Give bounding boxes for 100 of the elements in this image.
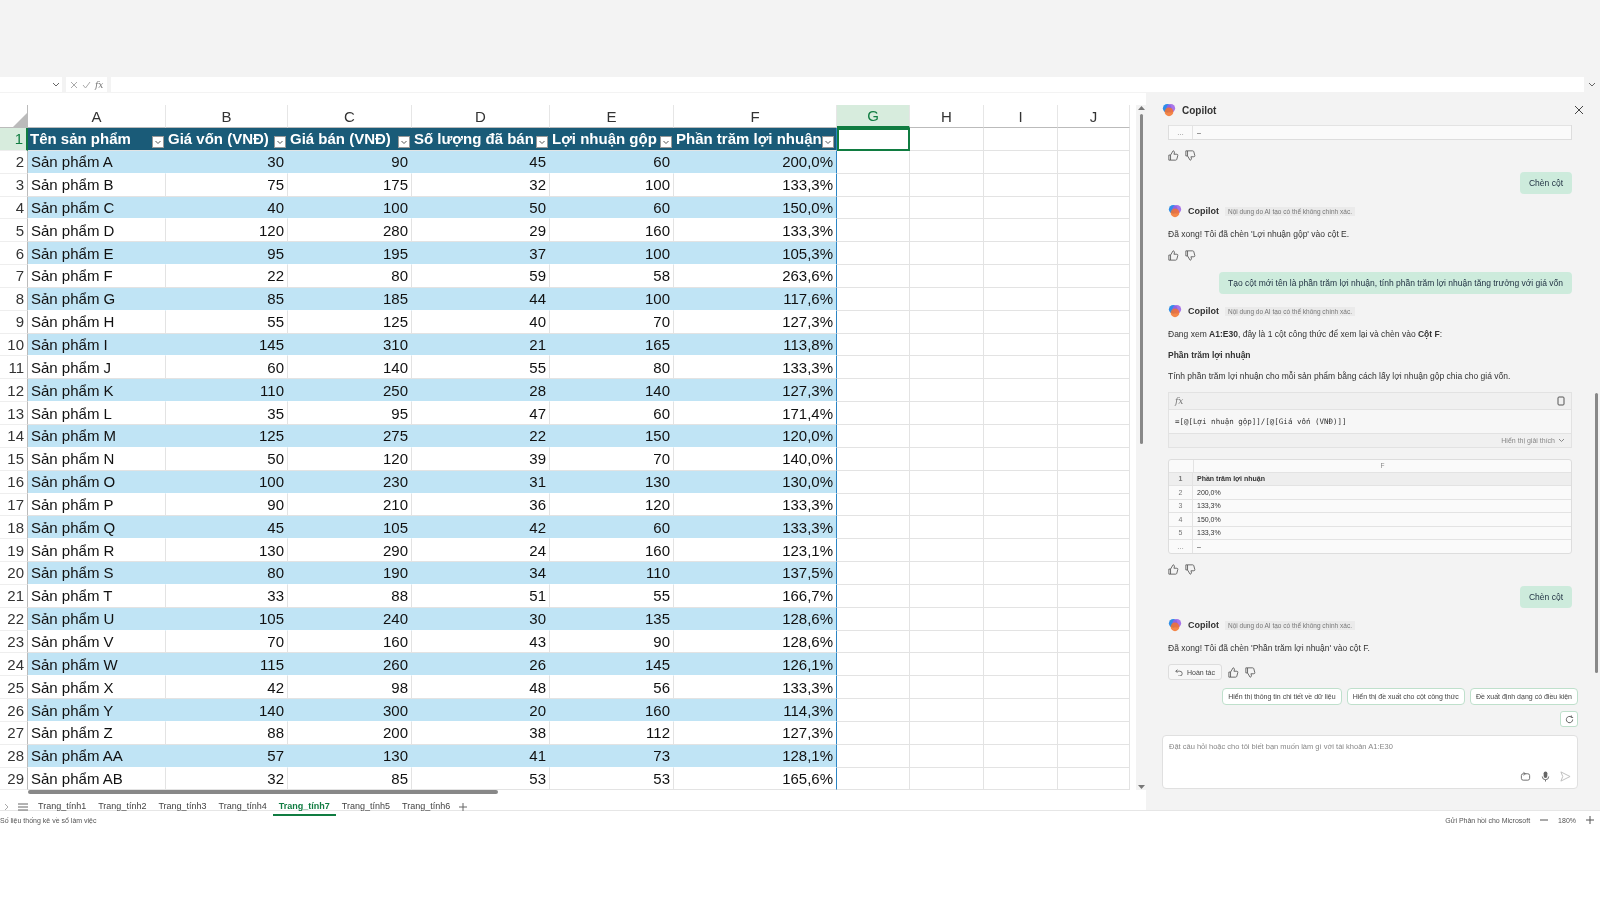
- sheet-tab[interactable]: Trang_tính3: [152, 798, 213, 817]
- empty-cell[interactable]: [910, 150, 984, 174]
- empty-cell[interactable]: [984, 402, 1058, 425]
- panel-scrollbar[interactable]: [1595, 393, 1598, 673]
- filter-dropdown-icon[interactable]: [274, 135, 286, 148]
- filter-dropdown-icon[interactable]: [398, 135, 410, 148]
- empty-cell[interactable]: [1058, 196, 1130, 220]
- empty-cell[interactable]: [984, 424, 1058, 448]
- sheet-tab[interactable]: Trang_tính5: [335, 798, 397, 817]
- empty-cell[interactable]: [984, 493, 1058, 517]
- empty-cell[interactable]: [910, 356, 984, 380]
- empty-cell[interactable]: [910, 242, 984, 266]
- empty-cell[interactable]: [1058, 676, 1130, 700]
- sheet-tab[interactable]: Trang_tính2: [92, 798, 153, 817]
- empty-cell[interactable]: [1058, 402, 1130, 425]
- empty-cell[interactable]: [910, 767, 984, 791]
- empty-cell[interactable]: [910, 539, 984, 563]
- thumbs-down-icon[interactable]: [1185, 250, 1196, 262]
- check-icon[interactable]: [82, 80, 91, 89]
- empty-cell[interactable]: [910, 196, 984, 220]
- thumbs-down-icon[interactable]: [1245, 666, 1257, 678]
- empty-cell[interactable]: [1058, 287, 1130, 311]
- column-header[interactable]: I: [984, 105, 1058, 128]
- empty-cell[interactable]: [1058, 607, 1130, 631]
- empty-cell[interactable]: [984, 721, 1058, 745]
- column-header[interactable]: H: [910, 105, 984, 128]
- sheet-tab[interactable]: Trang_tính6: [396, 798, 457, 817]
- zoom-in-button[interactable]: [1586, 816, 1594, 824]
- refresh-button[interactable]: [1560, 711, 1578, 728]
- empty-cell[interactable]: [910, 584, 984, 608]
- empty-cell[interactable]: [1058, 379, 1130, 403]
- scroll-down-icon[interactable]: [1137, 785, 1145, 791]
- empty-cell[interactable]: [1058, 310, 1130, 334]
- empty-cell[interactable]: [1058, 562, 1130, 585]
- empty-cell[interactable]: [984, 516, 1058, 540]
- empty-cell[interactable]: [984, 584, 1058, 608]
- empty-cell[interactable]: [1058, 333, 1130, 357]
- empty-cell[interactable]: [910, 493, 984, 517]
- name-box[interactable]: [0, 77, 62, 92]
- thumbs-up-icon[interactable]: [1168, 564, 1179, 576]
- cancel-icon[interactable]: [70, 80, 78, 89]
- sheet-tab[interactable]: Trang_tính4: [212, 798, 273, 817]
- empty-cell[interactable]: [984, 653, 1058, 677]
- empty-cell[interactable]: [910, 402, 984, 425]
- thumbs-down-icon[interactable]: [1185, 150, 1196, 161]
- empty-cell[interactable]: [984, 470, 1058, 494]
- column-header[interactable]: D: [412, 105, 550, 128]
- microphone-icon[interactable]: [1541, 771, 1550, 783]
- empty-cell[interactable]: [910, 424, 984, 448]
- filter-dropdown-icon[interactable]: [536, 135, 548, 148]
- thumbs-up-icon[interactable]: [1168, 250, 1179, 262]
- send-icon[interactable]: [1560, 771, 1571, 783]
- empty-cell[interactable]: [984, 676, 1058, 700]
- column-header[interactable]: A: [28, 105, 166, 128]
- column-header[interactable]: E: [550, 105, 674, 128]
- empty-cell[interactable]: [1058, 721, 1130, 745]
- empty-cell[interactable]: [984, 379, 1058, 403]
- empty-cell[interactable]: [1058, 539, 1130, 563]
- empty-cell[interactable]: [984, 767, 1058, 791]
- empty-cell[interactable]: [984, 562, 1058, 585]
- empty-cell[interactable]: [984, 333, 1058, 357]
- empty-cell[interactable]: [1058, 630, 1130, 654]
- empty-cell[interactable]: [910, 744, 984, 768]
- filter-dropdown-icon[interactable]: [660, 135, 672, 148]
- empty-cell[interactable]: [1058, 356, 1130, 380]
- thumbs-down-icon[interactable]: [1185, 564, 1196, 576]
- empty-cell[interactable]: [984, 539, 1058, 563]
- row-header[interactable]: 1: [0, 128, 28, 151]
- zoom-out-button[interactable]: [1540, 816, 1549, 824]
- empty-cell[interactable]: [984, 356, 1058, 380]
- vertical-scrollbar[interactable]: [1136, 105, 1146, 791]
- empty-cell[interactable]: [910, 265, 984, 288]
- close-icon[interactable]: [1574, 105, 1584, 115]
- empty-cell[interactable]: [984, 630, 1058, 654]
- empty-cell[interactable]: [910, 699, 984, 722]
- empty-cell[interactable]: [1058, 584, 1130, 608]
- empty-cell[interactable]: [984, 447, 1058, 471]
- empty-cell[interactable]: [910, 630, 984, 654]
- empty-cell[interactable]: [984, 699, 1058, 722]
- empty-cell[interactable]: [910, 333, 984, 357]
- empty-cell[interactable]: [1058, 424, 1130, 448]
- filter-dropdown-icon[interactable]: [152, 135, 164, 148]
- empty-cell[interactable]: [1058, 242, 1130, 266]
- empty-cell[interactable]: [984, 287, 1058, 311]
- empty-cell[interactable]: [910, 287, 984, 311]
- empty-cell[interactable]: [910, 219, 984, 243]
- column-header[interactable]: B: [166, 105, 288, 128]
- empty-cell[interactable]: [984, 196, 1058, 220]
- empty-cell[interactable]: [1058, 265, 1130, 288]
- empty-cell[interactable]: [984, 242, 1058, 266]
- empty-cell[interactable]: [984, 150, 1058, 174]
- sheet-tab[interactable]: Trang_tính1: [32, 798, 93, 817]
- filter-dropdown-icon[interactable]: [822, 135, 834, 148]
- empty-cell[interactable]: [910, 173, 984, 197]
- empty-cell[interactable]: [1058, 653, 1130, 677]
- empty-cell[interactable]: [910, 310, 984, 334]
- empty-cell[interactable]: [910, 470, 984, 494]
- empty-cell[interactable]: [1058, 516, 1130, 540]
- empty-cell[interactable]: [984, 265, 1058, 288]
- empty-cell[interactable]: [910, 607, 984, 631]
